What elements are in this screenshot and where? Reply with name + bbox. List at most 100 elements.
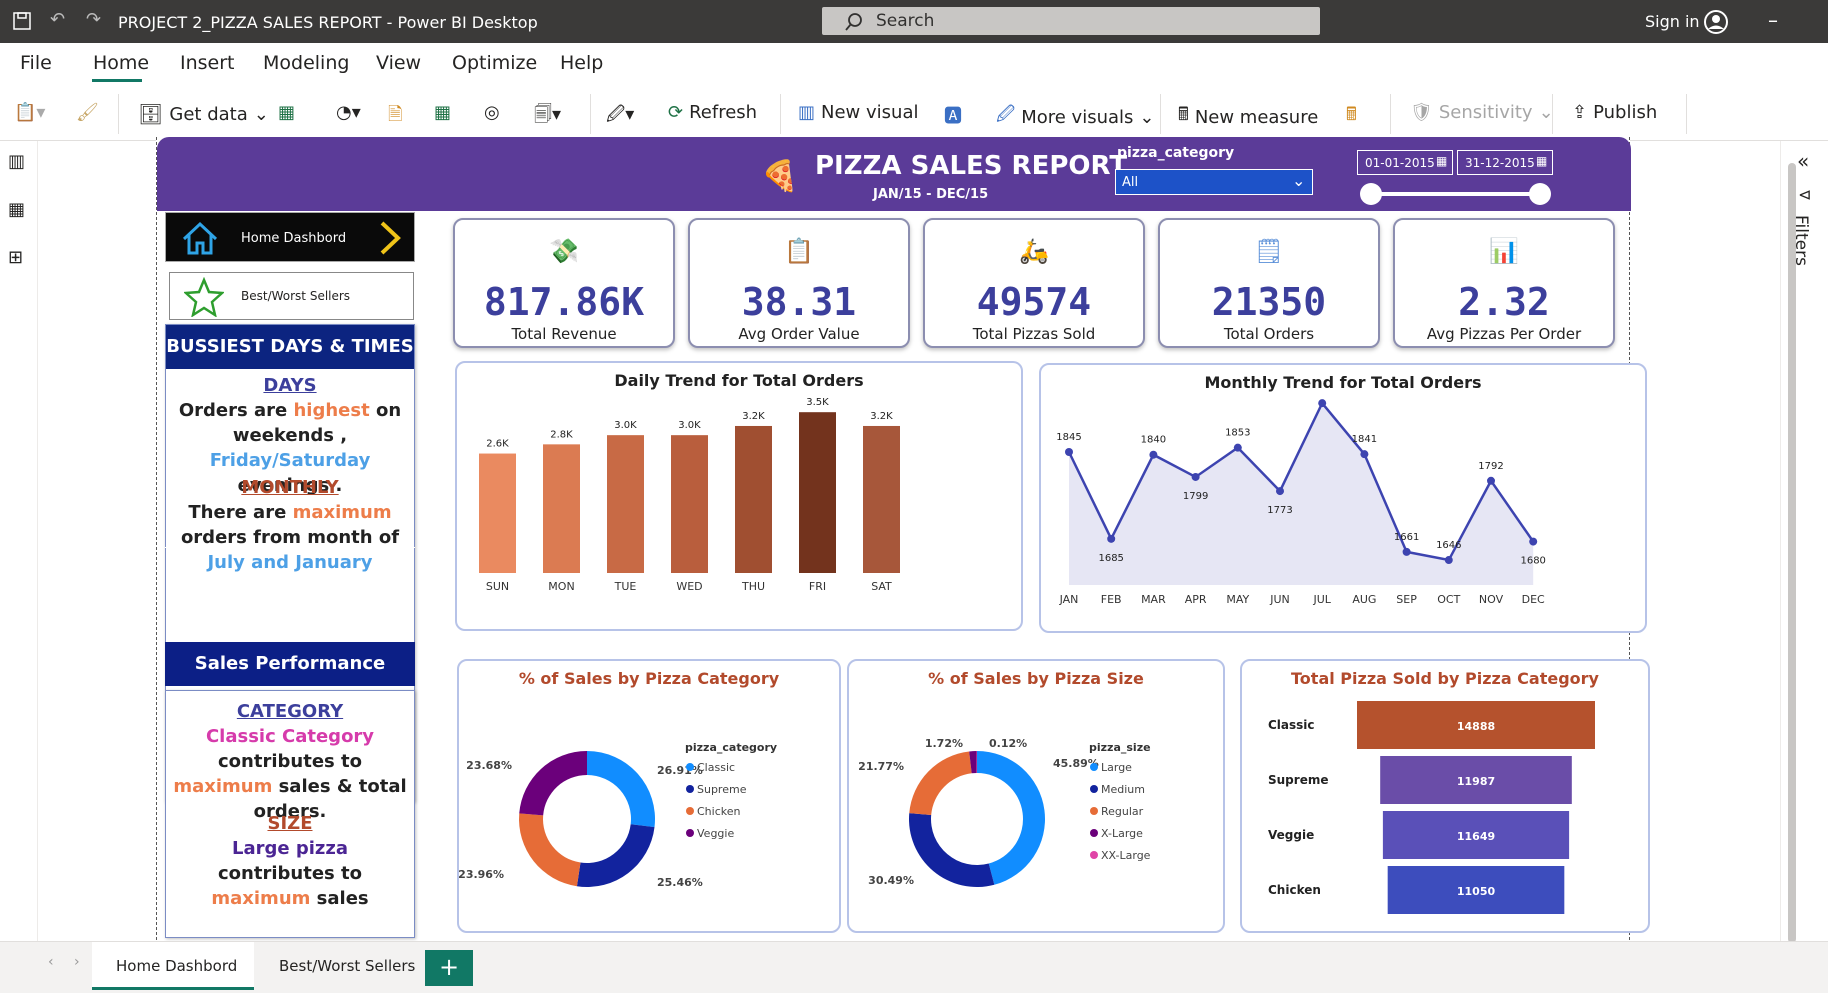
kpi-avg-pizzas-per-order: 📊 2.32 Avg Pizzas Per Order [1393, 218, 1615, 348]
kpi-value: 21350 [1211, 280, 1327, 324]
legend-entry: Regular [1101, 805, 1144, 818]
performance-heading: Sales Performance [165, 642, 415, 686]
monthly-trend-chart: Monthly Trend for Total Orders 1845 JAN 16… [1039, 363, 1647, 633]
paste-icon[interactable]: 📋▾ [14, 102, 45, 123]
menu-optimize[interactable]: Optimize [452, 52, 537, 74]
date-slider-start-handle[interactable] [1360, 183, 1382, 205]
best-worst-sellers-button[interactable]: Best/Worst Sellers [169, 272, 414, 320]
menu-modeling[interactable]: Modeling [263, 52, 349, 74]
daily-bar [607, 435, 644, 573]
sign-in-link[interactable]: Sign in [1645, 12, 1700, 31]
donut-data-label: 0.12% [989, 737, 1027, 750]
size-donut-plot: 45.89%30.49%21.77%1.72% 0.12% pizza_sizeLa… [858, 737, 1151, 887]
donut-slice [909, 751, 972, 815]
slicer-label: pizza_category [1117, 145, 1235, 161]
tab-home-dashboard[interactable]: Home Dashbord [92, 942, 254, 990]
format-painter-icon[interactable]: 🖌 [76, 102, 99, 123]
active-tab-indicator [92, 79, 142, 82]
home-dashboard-button[interactable]: Home Dashbord [165, 212, 415, 262]
transform-icon[interactable]: 🗐▾ [534, 102, 561, 132]
legend-marker [1090, 851, 1098, 859]
search-box[interactable]: Search [822, 7, 1320, 35]
size-text-1: contributes to [218, 863, 362, 884]
stats-icon: 📊 [1489, 237, 1519, 265]
tab-scroll-left-icon[interactable]: ‹ [48, 954, 54, 970]
kpi-total-orders: 🗒 21350 Total Orders [1158, 218, 1380, 348]
monthly-tick-label: JUL [1312, 593, 1331, 606]
account-icon[interactable] [1703, 9, 1729, 35]
date-slider-end-handle[interactable] [1529, 183, 1551, 205]
report-view-icon[interactable]: ▥ [8, 151, 25, 172]
more-visuals-button[interactable]: 🖉 More visuals ⌄ [996, 102, 1155, 132]
monthly-highlight-2: July and January [207, 552, 373, 573]
document-icon: 🗒 [1253, 237, 1285, 265]
dataflow-icon[interactable]: 🗎 [388, 102, 402, 132]
monthly-point [1444, 556, 1453, 565]
report-header: 🍕 PIZZA SALES REPORT JAN/15 - DEC/15 piz… [157, 137, 1631, 211]
monthly-text: There are maximum orders from month of J… [172, 500, 408, 575]
donut-slice [909, 813, 995, 887]
menu-insert[interactable]: Insert [180, 52, 235, 74]
excel-icon[interactable]: ▦ [278, 102, 295, 123]
transform-data-icon[interactable]: 🖉▾ [606, 102, 634, 132]
size-donut-chart: % of Sales by Pizza Size 45.89% 30.49% 21.… [847, 659, 1225, 933]
quick-measure-icon[interactable]: 🖩 [1346, 102, 1357, 132]
size-text-2: sales [310, 888, 369, 909]
refresh-button[interactable]: ⟳ Refresh [668, 102, 757, 123]
legend-entry: Large [1101, 761, 1132, 774]
best-worst-label: Best/Worst Sellers [241, 289, 351, 303]
end-date-input[interactable]: 31-12-2015 ▦ [1457, 150, 1553, 175]
monthly-tick-label: JUN [1269, 593, 1290, 606]
undo-icon[interactable]: ↶ [50, 9, 65, 30]
table-icon[interactable]: ▦ [434, 102, 451, 123]
size-highlight-2: maximum [211, 888, 311, 909]
end-date-value: 31-12-2015 [1465, 156, 1535, 170]
donut-slice [576, 824, 655, 887]
start-date-input[interactable]: 01-01-2015 ▦ [1357, 150, 1453, 175]
tab-scroll-right-icon[interactable]: › [74, 954, 80, 970]
donut-slice [519, 751, 587, 816]
onelake-icon[interactable]: ◔▾ [336, 102, 361, 123]
menu-view[interactable]: View [376, 52, 421, 74]
new-visual-button[interactable]: ▥ New visual [798, 102, 918, 123]
date-slider-track[interactable] [1371, 192, 1539, 196]
model-view-icon[interactable]: ⊞ [8, 247, 23, 268]
kpi-label: Avg Pizzas Per Order [1426, 325, 1582, 343]
kpi-label: Total Revenue [511, 325, 617, 343]
sensitivity-button[interactable]: 🛡 Sensitivity ⌄ [1410, 102, 1554, 123]
filter-icon: ⊲ [1798, 185, 1812, 204]
bar-chart-icon: ▥ [798, 102, 816, 123]
star-icon [184, 277, 224, 317]
filters-pane-collapsed[interactable]: « ⊲ Filters [1780, 141, 1828, 943]
text-box-icon[interactable]: 🅰 [944, 102, 962, 128]
menu-help[interactable]: Help [560, 52, 603, 74]
report-subtitle: JAN/15 - DEC/15 [873, 187, 989, 202]
recent-sources-icon[interactable]: ◎ [484, 102, 500, 123]
legend-marker [1090, 763, 1098, 771]
category-donut-plot: 26.91% 25.46% 23.96% 23.68% pizza_category Cl… [459, 741, 777, 889]
scrollbar[interactable] [1788, 163, 1796, 943]
funnel-value-label: 11987 [1457, 775, 1495, 788]
save-icon[interactable] [12, 11, 32, 31]
table-view-icon[interactable]: ▦ [8, 199, 25, 220]
new-measure-label: New measure [1194, 106, 1319, 128]
new-visual-label: New visual [821, 102, 919, 123]
get-data-button[interactable]: 🗄 Get data ⌄ [138, 102, 269, 126]
legend-marker [686, 807, 694, 815]
tab-best-worst-sellers[interactable]: Best/Worst Sellers [279, 957, 415, 975]
expand-icon[interactable]: « [1797, 149, 1809, 173]
menu-file[interactable]: File [20, 52, 52, 74]
menu-home[interactable]: Home [93, 52, 149, 74]
monthly-point [1402, 547, 1411, 556]
minimize-icon[interactable]: – [1768, 8, 1778, 32]
redo-icon[interactable]: ↷ [86, 9, 101, 30]
daily-tick-label: WED [676, 580, 702, 593]
publish-button[interactable]: ⇪ Publish [1572, 102, 1657, 123]
daily-bar [543, 444, 580, 573]
monthly-area [1069, 403, 1534, 585]
category-slicer-dropdown[interactable]: All ⌄ [1115, 169, 1313, 195]
new-measure-button[interactable]: 🖩 New measure [1178, 102, 1318, 132]
add-page-button[interactable]: + [425, 950, 473, 986]
menu-bar: File Home Insert Modeling View Optimize … [0, 43, 1828, 86]
calendar-icon: ▦ [1536, 154, 1548, 168]
